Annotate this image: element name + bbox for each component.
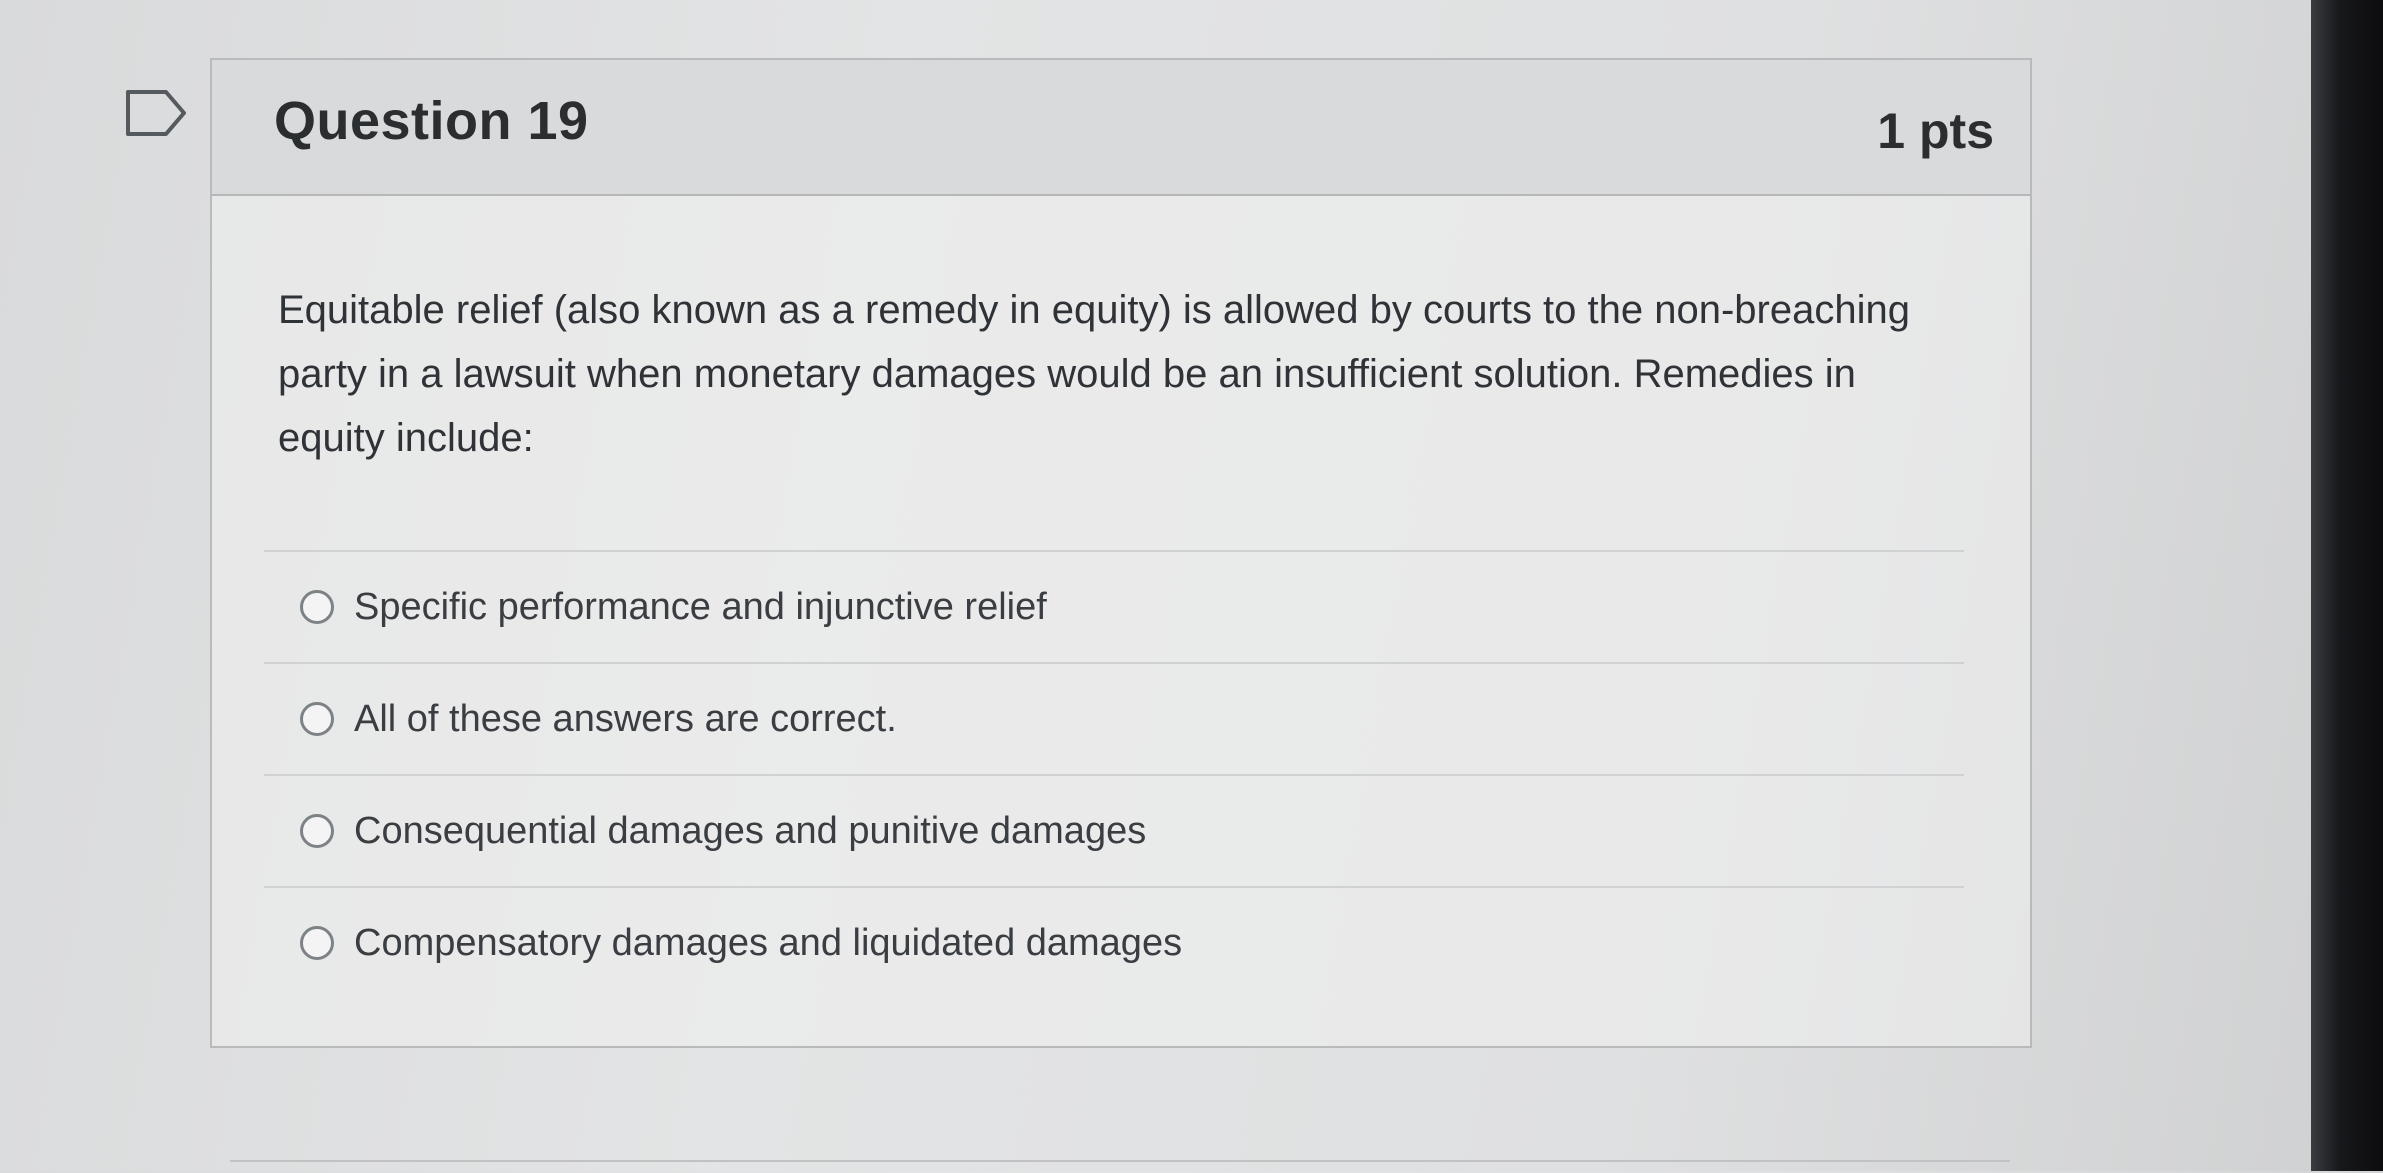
- next-card-edge: [230, 1160, 2010, 1173]
- answer-label[interactable]: Specific performance and injunctive reli…: [354, 586, 1047, 629]
- answer-label[interactable]: Consequential damages and punitive damag…: [354, 810, 1146, 853]
- question-title: Question 19: [274, 91, 589, 151]
- question-points: 1 pts: [1877, 103, 1994, 159]
- answer-option[interactable]: Consequential damages and punitive damag…: [264, 774, 1964, 886]
- flag-question-icon[interactable]: [124, 88, 188, 138]
- answer-option[interactable]: All of these answers are correct.: [264, 662, 1964, 774]
- radio-button[interactable]: [300, 590, 334, 624]
- answer-list: Specific performance and injunctive reli…: [264, 550, 1964, 998]
- answer-label[interactable]: Compensatory damages and liquidated dama…: [354, 922, 1182, 965]
- monitor-bezel: [2311, 0, 2383, 1171]
- question-header: Question 19 1 pts: [212, 60, 2030, 196]
- radio-button[interactable]: [300, 702, 334, 736]
- question-text: Equitable relief (also known as a remedy…: [278, 288, 1910, 460]
- radio-button[interactable]: [300, 926, 334, 960]
- answer-option[interactable]: Specific performance and injunctive reli…: [264, 550, 1964, 662]
- radio-button[interactable]: [300, 814, 334, 848]
- answer-label[interactable]: All of these answers are correct.: [354, 698, 897, 741]
- question-card: Question 19 1 pts Equitable relief (also…: [210, 58, 2032, 1048]
- answer-option[interactable]: Compensatory damages and liquidated dama…: [264, 886, 1964, 998]
